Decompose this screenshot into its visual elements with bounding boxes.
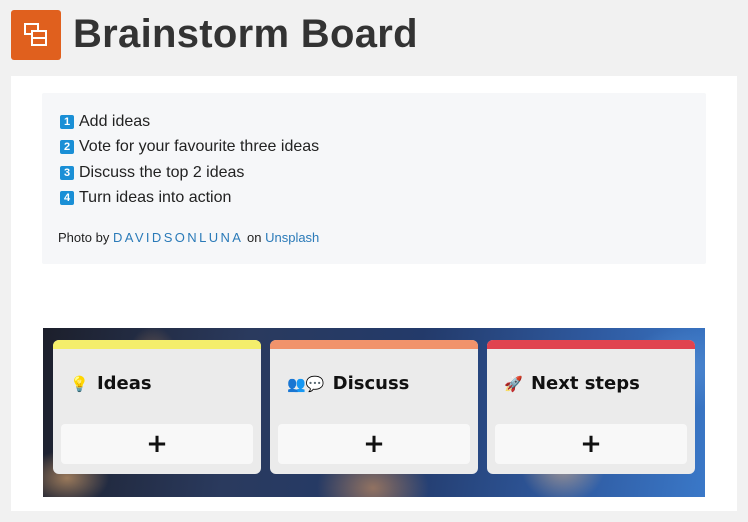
steps-list: 1 Add ideas 2 Vote for your favourite th… [60, 109, 319, 211]
page-title: Brainstorm Board [73, 12, 418, 56]
column-ideas: 💡 Ideas + [53, 340, 261, 474]
step-text: Turn ideas into action [79, 189, 232, 207]
people-speech-icon: 👥💬 [287, 375, 325, 393]
board-icon[interactable] [11, 10, 61, 60]
column-color-bar [53, 340, 261, 349]
add-card-button[interactable]: + [61, 424, 253, 464]
step-text: Discuss the top 2 ideas [79, 163, 245, 181]
column-color-bar [270, 340, 478, 349]
board-area: 💡 Ideas + 👥💬 Discuss + 🚀 Next steps + [43, 328, 705, 497]
step-number-badge: 2 [60, 140, 74, 155]
author-link[interactable]: DAVIDSONLUNA [113, 230, 243, 245]
app-header: Brainstorm Board [0, 0, 748, 76]
step-number-badge: 3 [60, 165, 74, 180]
column-title: 💡 Ideas [70, 373, 152, 394]
step-item: 3 Discuss the top 2 ideas [60, 160, 319, 186]
step-number-badge: 4 [60, 191, 74, 206]
rocket-icon: 🚀 [504, 375, 523, 393]
column-title-label: Ideas [96, 373, 152, 394]
column-title: 👥💬 Discuss [287, 373, 409, 394]
step-number-badge: 1 [60, 114, 74, 129]
add-card-button[interactable]: + [278, 424, 470, 464]
column-color-bar [487, 340, 695, 349]
main-panel: 1 Add ideas 2 Vote for your favourite th… [11, 76, 737, 511]
step-text: Add ideas [79, 112, 151, 130]
step-item: 2 Vote for your favourite three ideas [60, 135, 319, 161]
add-card-button[interactable]: + [495, 424, 687, 464]
column-title-label: Discuss [332, 373, 410, 394]
column-discuss: 👥💬 Discuss + [270, 340, 478, 474]
unsplash-link[interactable]: Unsplash [265, 230, 319, 245]
column-title: 🚀 Next steps [504, 373, 640, 394]
credit-middle: on [247, 230, 262, 245]
lightbulb-icon: 💡 [70, 375, 89, 393]
step-item: 1 Add ideas [60, 109, 319, 135]
instructions-box: 1 Add ideas 2 Vote for your favourite th… [42, 93, 706, 264]
step-text: Vote for your favourite three ideas [79, 138, 320, 156]
column-next-steps: 🚀 Next steps + [487, 340, 695, 474]
credit-prefix: Photo by [58, 230, 110, 245]
photo-credit: Photo by DAVIDSONLUNA on Unsplash [58, 230, 319, 245]
column-title-label: Next steps [530, 373, 640, 394]
step-item: 4 Turn ideas into action [60, 186, 319, 212]
